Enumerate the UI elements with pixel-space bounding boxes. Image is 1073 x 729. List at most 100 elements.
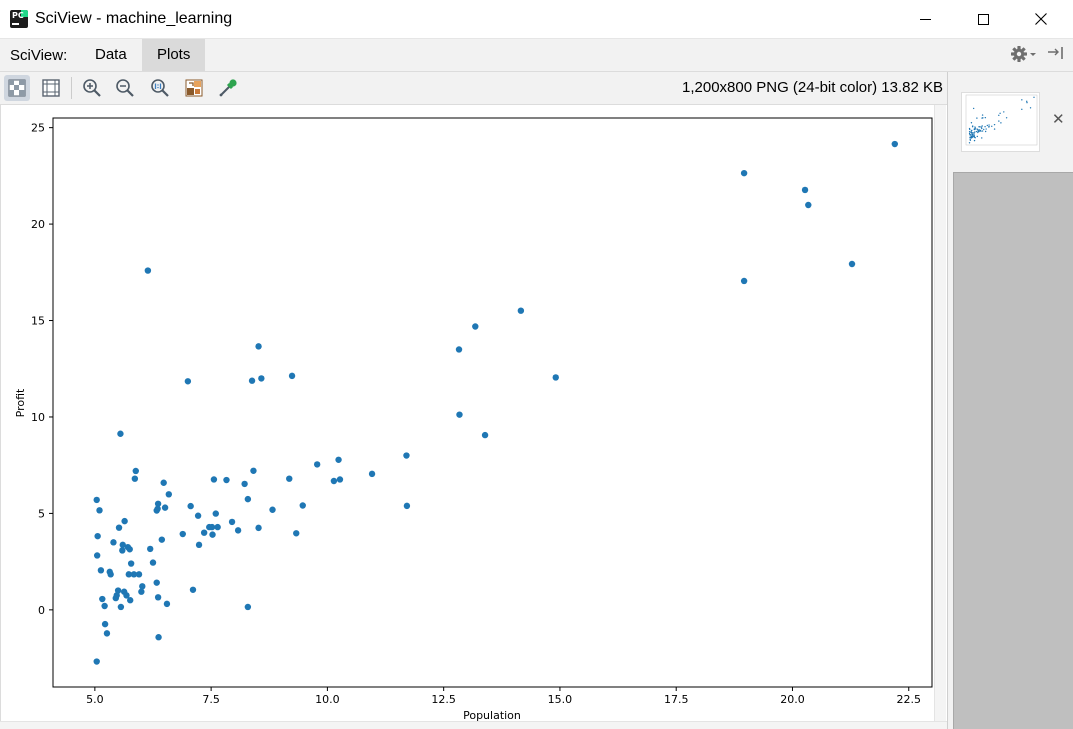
thumbnail-point	[981, 114, 984, 116]
thumbnail-point	[968, 132, 971, 135]
scatter-point	[208, 523, 216, 531]
toggle-grid-button[interactable]	[4, 75, 30, 101]
x-tick-label: 15.0	[548, 693, 573, 706]
thumbnail-point	[1026, 101, 1028, 104]
window-title: SciView - machine_learning	[35, 10, 233, 27]
scatter-point	[189, 586, 197, 593]
scatter-point	[740, 169, 748, 177]
thumbnail-point	[1021, 108, 1023, 111]
scatter-point	[160, 479, 167, 486]
thumbnail-point	[1000, 122, 1002, 124]
thumbnail-point	[976, 117, 978, 119]
plot-thumbnail-card[interactable]: ✕	[948, 72, 1073, 172]
scatter-point	[161, 504, 169, 511]
scatter-point	[127, 560, 135, 567]
scatter-point	[115, 524, 123, 531]
scatter-point	[335, 456, 342, 463]
scatter-point	[194, 512, 202, 519]
close-window-button[interactable]	[1018, 0, 1064, 38]
thumbnail-point	[984, 125, 986, 128]
x-tick-label: 22.5	[896, 693, 921, 706]
scatter-point	[288, 372, 296, 380]
thumbnail-point	[991, 125, 993, 127]
scatter-point	[228, 518, 236, 526]
thumbnail-point	[979, 126, 981, 128]
scatter-point	[97, 567, 105, 574]
scatter-point	[517, 307, 525, 314]
thumbnail-point	[985, 128, 987, 130]
scatter-point	[163, 600, 171, 608]
x-tick-label: 5.0	[86, 693, 104, 706]
zoom-out-icon	[116, 79, 134, 97]
plots-thumbnail-panel: ✕	[947, 72, 1073, 729]
zoom-in-button[interactable]	[79, 75, 105, 101]
thumbnail-point	[998, 114, 1000, 117]
maximize-button[interactable]	[960, 0, 1006, 38]
hide-panel-icon	[1048, 47, 1063, 59]
thumbnail-point	[1005, 117, 1008, 119]
scatter-point	[153, 579, 160, 586]
actual-size-icon	[151, 79, 169, 97]
sciview-label: SciView:	[10, 47, 68, 64]
plot-thumbnail[interactable]	[961, 92, 1040, 152]
vertical-scrollbar[interactable]	[934, 105, 946, 723]
x-tick-label: 7.5	[202, 693, 220, 706]
zoom-out-button[interactable]	[112, 75, 138, 101]
scatter-point	[481, 431, 489, 439]
thumbnail-point	[969, 139, 972, 141]
scatter-point	[121, 517, 128, 525]
thumbnail-point	[988, 124, 990, 126]
tab-plots[interactable]: Plots	[142, 39, 206, 71]
thumbnail-point	[968, 131, 971, 133]
title-bar: PC SciView - machine_learning	[0, 0, 1073, 39]
scatter-point	[126, 546, 133, 553]
hide-panel-button[interactable]	[1046, 44, 1066, 64]
thumbnail-point	[984, 130, 987, 133]
tab-data[interactable]: Data	[80, 39, 142, 71]
actual-size-button[interactable]	[147, 75, 173, 101]
scatter-point	[119, 547, 126, 554]
x-tick-label: 10.0	[315, 693, 340, 706]
thumbnail-point	[981, 125, 983, 127]
thumbnail-point	[988, 126, 990, 128]
thumbnail-point	[983, 128, 985, 131]
thumbnail-point	[1021, 99, 1023, 101]
minimize-button[interactable]	[902, 0, 948, 38]
scatter-point	[131, 475, 139, 482]
palette-button[interactable]	[181, 75, 207, 101]
thumbnail-point	[972, 107, 975, 110]
thumbnail-point	[981, 130, 984, 132]
thumbnail-point	[974, 136, 976, 139]
fit-frame-button[interactable]	[38, 75, 64, 101]
settings-dropdown-button[interactable]	[1010, 44, 1038, 64]
scatter-point	[101, 620, 109, 628]
y-tick-label: 0	[38, 604, 45, 617]
scatter-point	[212, 510, 219, 517]
x-tick-label: 12.5	[431, 693, 456, 706]
scatter-point	[158, 536, 166, 543]
thumbnail-point	[986, 124, 989, 127]
pycharm-app-icon: PC	[10, 10, 28, 28]
thumbnail-point	[973, 135, 976, 137]
thumbnail-point	[993, 123, 996, 126]
thumbnail-point	[1026, 100, 1028, 103]
scatter-point	[255, 524, 262, 532]
thumbnail-point	[981, 137, 983, 139]
scatter-point	[336, 476, 344, 483]
close-thumbnail-icon[interactable]: ✕	[1052, 112, 1065, 127]
x-tick-label: 20.0	[780, 693, 805, 706]
scatter-point	[210, 476, 218, 483]
toolbar-separator	[71, 77, 72, 99]
scatter-point	[848, 260, 856, 268]
scatter-point	[293, 530, 300, 537]
color-picker-button[interactable]	[215, 75, 241, 101]
thumbnail-point	[974, 128, 976, 130]
thumbnail-point	[969, 134, 972, 136]
scatter-point	[114, 587, 122, 594]
scatter-plot: 5.0 7.5 10.0 12.5 15.0 17.5 20.0 22.5 0 5 10 15 20 25…	[14, 117, 933, 721]
scatter-point	[200, 529, 208, 536]
horizontal-scrollbar[interactable]	[0, 721, 947, 729]
thumbnail-point	[970, 122, 973, 124]
gear-icon	[1011, 46, 1036, 62]
thumbnail-point	[971, 125, 974, 127]
